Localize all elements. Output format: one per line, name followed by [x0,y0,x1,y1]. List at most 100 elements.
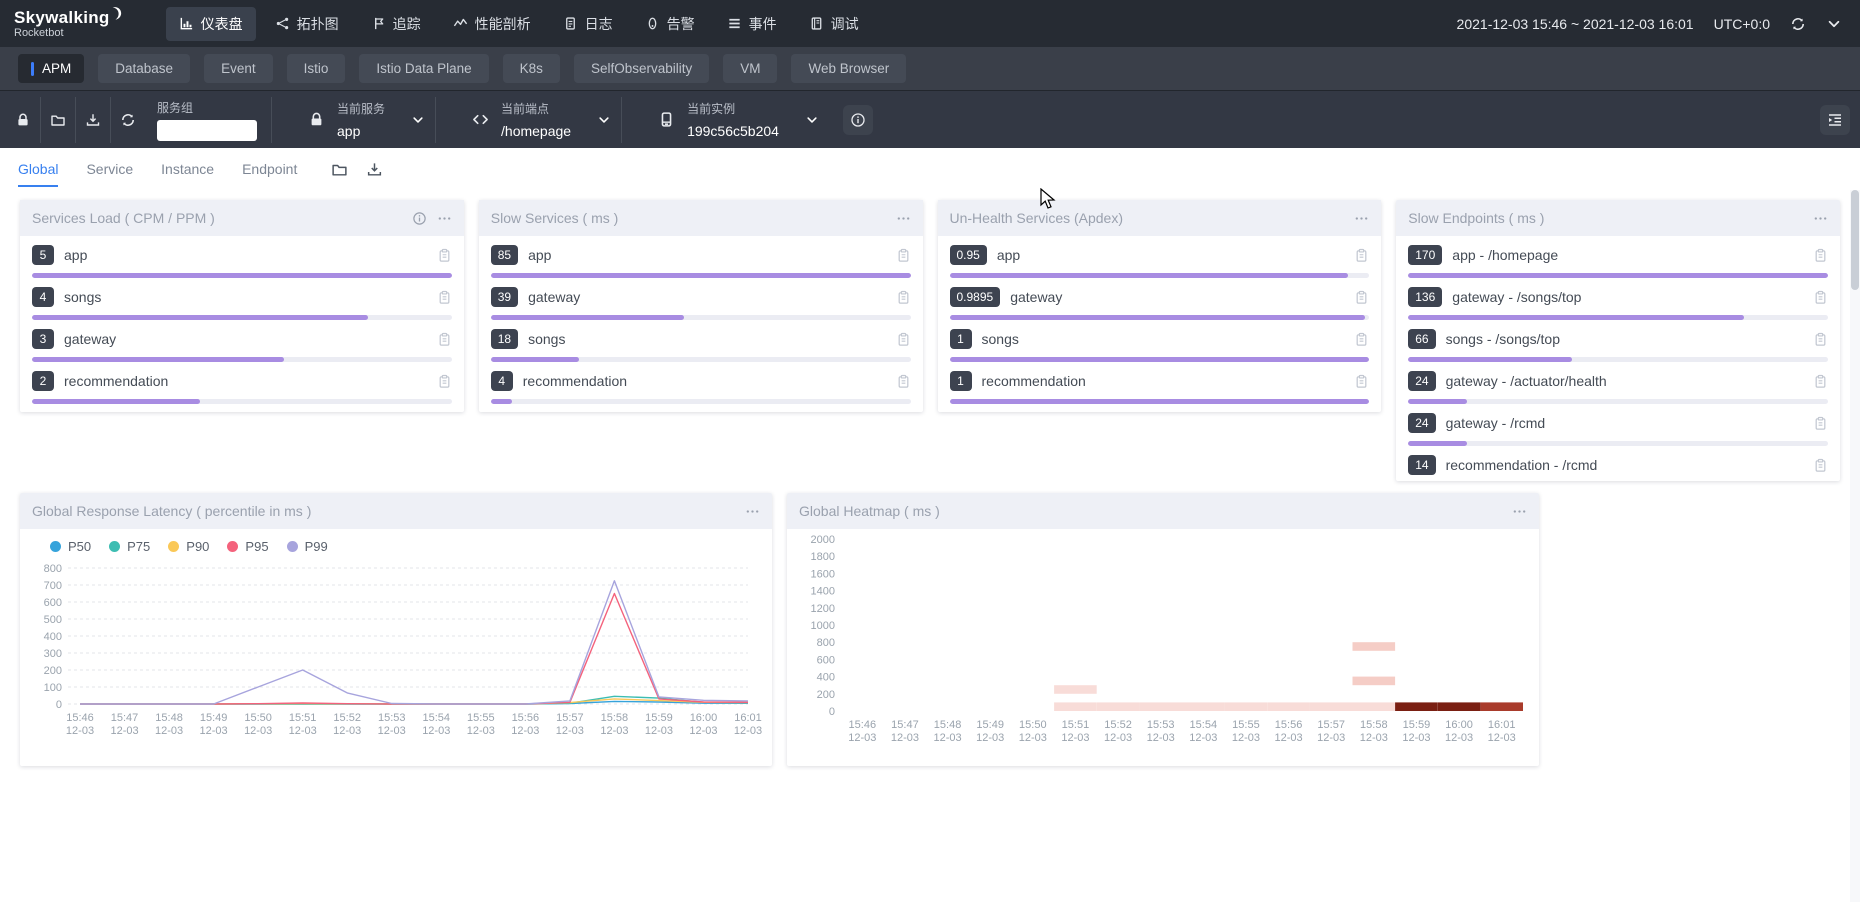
copy-clipboard-icon[interactable] [1354,332,1369,347]
copy-clipboard-icon[interactable] [1813,416,1828,431]
row-label: gateway - /rcmd [1446,415,1813,431]
svg-text:15:59: 15:59 [1403,719,1431,731]
current-service-select[interactable]: 当前服务 app [272,100,435,139]
copy-clipboard-icon[interactable] [437,290,452,305]
legend-item-p99[interactable]: P99 [287,539,328,554]
more-options-icon[interactable] [1512,504,1527,519]
copy-clipboard-icon[interactable] [1354,374,1369,389]
more-options-icon[interactable] [1813,211,1828,226]
legend-label: P90 [186,539,209,554]
copy-clipboard-icon[interactable] [896,248,911,263]
ranking-row: 5app [20,236,464,278]
legend-item-p50[interactable]: P50 [50,539,91,554]
svg-text:16:00: 16:00 [690,712,718,724]
collapse-panel-icon[interactable] [1820,105,1850,135]
card-title: Slow Services ( ms ) [491,210,886,226]
copy-clipboard-icon[interactable] [896,374,911,389]
svg-text:15:47: 15:47 [111,712,139,724]
svg-text:15:54: 15:54 [1190,719,1218,731]
dashboard-tab-web-browser[interactable]: Web Browser [791,54,906,83]
svg-text:15:58: 15:58 [1360,719,1388,731]
folder-icon[interactable] [41,112,75,128]
time-range-picker[interactable]: 2021-12-03 15:46 ~ 2021-12-03 16:01 [1457,16,1694,32]
svg-text:12-03: 12-03 [378,725,406,737]
more-options-icon[interactable] [437,211,452,226]
scope-tab-service[interactable]: Service [86,151,133,187]
copy-clipboard-icon[interactable] [1813,374,1828,389]
progress-track [950,399,1370,404]
ranking-row: 0.9895gateway [938,278,1382,320]
copy-clipboard-icon[interactable] [437,332,452,347]
copy-clipboard-icon[interactable] [1813,290,1828,305]
copy-clipboard-icon[interactable] [1813,248,1828,263]
copy-clipboard-icon[interactable] [1354,290,1369,305]
card-header: Global Response Latency ( percentile in … [20,493,772,529]
nav-item-alarm[interactable]: 告警 [632,7,708,41]
copy-clipboard-icon[interactable] [896,332,911,347]
lock-icon[interactable] [6,112,40,128]
service-group-input[interactable] [157,120,257,141]
ranking-row: 1songs [938,320,1382,362]
legend-item-p75[interactable]: P75 [109,539,150,554]
current-instance-select[interactable]: 当前实例 199c56c5b204 [622,100,829,139]
dashboard-tab-database[interactable]: Database [98,54,190,83]
folder-icon[interactable] [331,161,348,178]
info-icon[interactable] [412,211,427,226]
dashboard-tab-selfobservability[interactable]: SelfObservability [574,54,709,83]
dashboard-tab-k8s[interactable]: K8s [503,54,560,83]
nav-label: 日志 [585,14,613,34]
scope-tab-endpoint[interactable]: Endpoint [242,151,297,187]
reload-icon[interactable] [111,112,145,128]
nav-item-topology[interactable]: 拓扑图 [262,7,352,41]
nav-item-log[interactable]: 日志 [550,7,626,41]
chevron-down-icon[interactable] [1826,16,1842,32]
ranking-row: 39gateway [479,278,923,320]
value-badge: 0.9895 [950,287,1001,307]
import-download-icon[interactable] [366,161,383,178]
more-options-icon[interactable] [1354,211,1369,226]
copy-clipboard-icon[interactable] [1813,332,1828,347]
debug-icon [809,16,824,31]
dashboard-tab-istio[interactable]: Istio [287,54,346,83]
svg-text:12-03: 12-03 [66,725,94,737]
nav-item-event[interactable]: 事件 [714,7,790,41]
dashboard-tab-istio-data-plane[interactable]: Istio Data Plane [359,54,488,83]
info-icon[interactable] [843,105,873,135]
timezone-selector[interactable]: UTC+0:0 [1714,16,1770,32]
tab-label: SelfObservability [591,61,692,76]
ranking-row: 24gateway - /actuator/health [1396,362,1840,404]
export-download-icon[interactable] [76,112,110,128]
svg-text:600: 600 [44,597,62,609]
nav-item-trace[interactable]: 追踪 [358,7,434,41]
nav-item-debug[interactable]: 调试 [796,7,872,41]
copy-clipboard-icon[interactable] [437,374,452,389]
ranking-card: Services Load ( CPM / PPM )5app4songs3ga… [20,200,464,412]
refresh-icon[interactable] [1790,16,1806,32]
copy-clipboard-icon[interactable] [437,248,452,263]
svg-text:15:46: 15:46 [849,719,877,731]
copy-clipboard-icon[interactable] [1813,458,1828,473]
nav-item-profile[interactable]: 性能剖析 [440,7,544,41]
ranking-card: Un-Health Services (Apdex)0.95app0.9895g… [938,200,1382,412]
scope-tab-instance[interactable]: Instance [161,151,214,187]
row-label: songs - /songs/top [1446,331,1813,347]
legend-item-p90[interactable]: P90 [168,539,209,554]
nav-item-dashboard[interactable]: 仪表盘 [166,7,256,41]
dashboard-tab-event[interactable]: Event [204,54,273,83]
nav-label: 追踪 [393,14,421,34]
svg-text:12-03: 12-03 [289,725,317,737]
copy-clipboard-icon[interactable] [1354,248,1369,263]
scope-tab-global[interactable]: Global [18,151,58,187]
card-title: Global Response Latency ( percentile in … [32,503,735,519]
scrollbar-thumb[interactable] [1851,190,1859,290]
more-options-icon[interactable] [745,504,760,519]
copy-clipboard-icon[interactable] [896,290,911,305]
dashboard-tab-vm[interactable]: VM [723,54,777,83]
tab-label: APM [42,61,71,76]
legend-item-p95[interactable]: P95 [227,539,268,554]
svg-text:1200: 1200 [811,603,835,615]
more-options-icon[interactable] [896,211,911,226]
dashboard-tab-apm[interactable]: APM [18,54,84,83]
app-logo[interactable]: Skywalking Rocketbot [14,9,124,39]
current-endpoint-select[interactable]: 当前端点 /homepage [436,100,621,139]
